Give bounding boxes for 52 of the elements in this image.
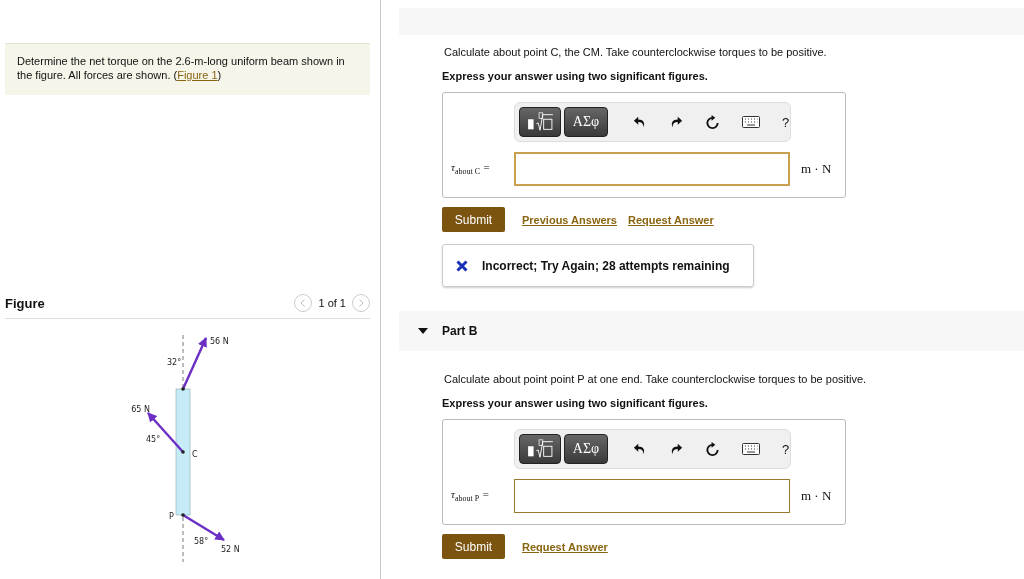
unit-label: m · N <box>801 488 832 504</box>
help-button[interactable]: ? <box>782 114 790 130</box>
templates-button[interactable] <box>519 434 561 464</box>
force-arrow <box>181 337 208 390</box>
figure-link[interactable]: Figure 1 <box>177 69 218 81</box>
point-dot <box>181 450 185 454</box>
question-text: Calculate about point C, the CM. Take counterclockwise torques to be positive. <box>444 45 828 60</box>
symbols-button[interactable]: ΑΣφ <box>564 434 608 464</box>
templates-button[interactable] <box>519 107 561 137</box>
force-label: 56 N <box>210 337 229 346</box>
point-label: C <box>192 450 198 459</box>
feedback-text: Incorrect; Try Again; 28 attempts remaining <box>482 258 730 273</box>
answer-field[interactable] <box>514 152 790 186</box>
undo-icon[interactable] <box>633 442 647 456</box>
answer-link[interactable]: Previous Answers <box>522 213 617 226</box>
redo-icon[interactable] <box>669 442 683 456</box>
answer-label: τ$_{about P}$ = <box>450 488 491 504</box>
angle-label: 58° <box>194 537 209 546</box>
submit-button[interactable]: Submit <box>442 534 505 559</box>
help-button[interactable]: ? <box>782 441 790 457</box>
redo-icon[interactable] <box>669 115 683 129</box>
force-label: 52 N <box>221 545 240 554</box>
angle-label: 45° <box>146 435 161 444</box>
reset-icon[interactable] <box>705 441 720 457</box>
submit-button[interactable]: Submit <box>442 207 505 232</box>
force-arrow <box>147 412 184 453</box>
radical-icon <box>525 111 555 133</box>
undo-icon[interactable] <box>633 115 647 129</box>
point-label: P <box>169 512 174 521</box>
keyboard-icon[interactable] <box>742 116 760 128</box>
figure-title: Figure <box>5 295 45 311</box>
page-counter: 1 of 1 <box>318 297 346 309</box>
force-arrow <box>182 513 225 542</box>
point-dot <box>181 513 185 517</box>
caret-down-icon[interactable] <box>418 326 428 336</box>
reset-icon[interactable] <box>705 114 720 130</box>
answer-link[interactable]: Request Answer <box>627 213 714 226</box>
instruction-text: Express your answer using two significant figures. <box>442 396 709 411</box>
part-title: Part B <box>442 324 478 338</box>
problem-text: Determine the net torque on the 2.6-m-long uniform beam shown in the figure. All forces are shown. (Figure 1) <box>17 54 346 82</box>
answer-field[interactable] <box>514 479 790 513</box>
answer-link[interactable]: Request Answer <box>522 540 608 553</box>
question-text: Calculate about point point P at one end. Take counterclockwise torques to be positive. <box>444 372 868 387</box>
unit-label: m · N <box>801 161 832 177</box>
angle-label: 32° <box>167 358 182 367</box>
radical-icon <box>525 438 555 460</box>
instruction-text: Express your answer using two significant figures. <box>442 69 709 84</box>
keyboard-icon[interactable] <box>742 443 760 455</box>
part-header[interactable]: Part B <box>399 311 1024 351</box>
symbols-button[interactable]: ΑΣφ <box>564 107 608 137</box>
force-label: 65 N <box>131 405 150 414</box>
answer-label: τ$_{about C}$ = <box>450 161 492 177</box>
